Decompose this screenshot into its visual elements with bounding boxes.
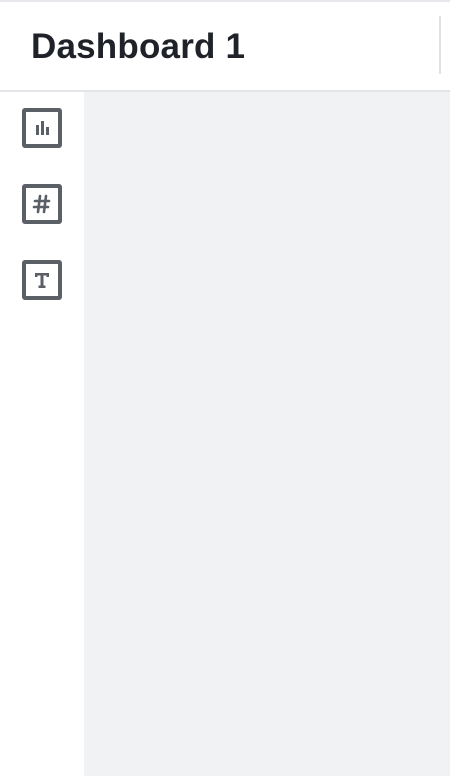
dashboard-editor: Dashboard 1 — [0, 0, 450, 776]
add-chart-button[interactable] — [22, 108, 62, 148]
hash-icon — [32, 194, 51, 214]
widget-toolbar — [0, 92, 84, 776]
dashboard-header: Dashboard 1 — [0, 2, 450, 92]
dashboard-title[interactable]: Dashboard 1 — [31, 27, 245, 67]
dashboard-canvas[interactable] — [84, 92, 450, 776]
bar-chart-icon — [36, 121, 49, 135]
header-divider — [439, 16, 441, 74]
add-text-button[interactable] — [22, 260, 62, 300]
text-t-icon — [35, 273, 49, 288]
add-number-button[interactable] — [22, 184, 62, 224]
